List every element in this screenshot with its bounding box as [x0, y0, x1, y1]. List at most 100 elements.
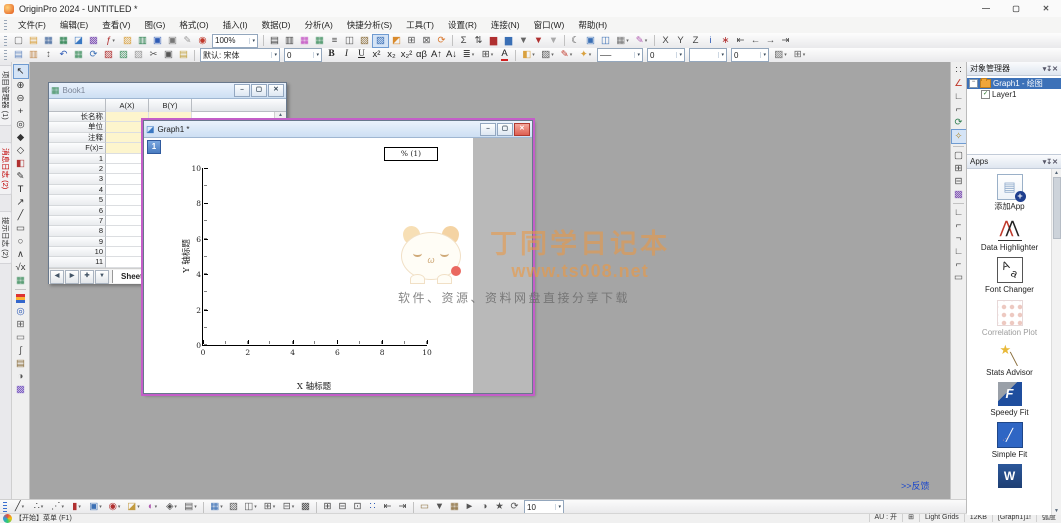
- print-icon[interactable]: ▤: [267, 35, 282, 47]
- menu-item[interactable]: 设置(R): [441, 17, 484, 33]
- minimize-window-icon[interactable]: —: [971, 0, 1001, 17]
- zoom-in-graph-icon[interactable]: ⊞: [320, 501, 335, 513]
- chevron-down-icon[interactable]: ▾: [718, 52, 724, 58]
- whole-page-view-icon[interactable]: ⊡: [350, 501, 365, 513]
- six-panel-icon[interactable]: ⊟: [952, 175, 966, 188]
- apps-scrollbar[interactable]: ▲ ▼: [1051, 169, 1061, 515]
- subscript-button[interactable]: x₂: [384, 49, 399, 61]
- object-manager-icon[interactable]: ▨: [372, 33, 389, 48]
- chevron-down-icon[interactable]: ▾: [634, 52, 640, 58]
- pattern-color-icon[interactable]: ▨: [538, 49, 557, 61]
- fill-pattern-combo[interactable]: ▾: [689, 48, 727, 62]
- align-right-icon[interactable]: ⇥: [395, 501, 410, 513]
- hatch-pattern-icon[interactable]: ▨: [771, 49, 790, 61]
- greek-button[interactable]: αβ: [414, 49, 429, 61]
- layout-grid-icon[interactable]: ⊞: [14, 318, 28, 331]
- layer-management-icon[interactable]: ▩: [298, 501, 313, 513]
- column-plot-icon[interactable]: ▮: [67, 501, 86, 513]
- superscript-button[interactable]: x²: [369, 49, 384, 61]
- print-preview-icon[interactable]: ▥: [282, 35, 297, 47]
- align-left-icon[interactable]: ⇤: [380, 501, 395, 513]
- tree-item-layer1[interactable]: Layer1: [967, 89, 1061, 100]
- text-tool-icon[interactable]: T: [14, 183, 28, 196]
- arrange-layers-icon[interactable]: ⊞: [260, 501, 279, 513]
- toggle-mask-icon[interactable]: ▧: [131, 49, 146, 61]
- axes-style-3-icon[interactable]: ¬: [952, 232, 966, 245]
- menu-item[interactable]: 文件(F): [11, 17, 53, 33]
- sheet-prev-icon[interactable]: ◀: [50, 269, 64, 284]
- toolbar-grip[interactable]: [4, 35, 7, 46]
- merge-graphs-icon[interactable]: ▦: [207, 501, 226, 513]
- save-project-icon[interactable]: ▣: [150, 35, 165, 47]
- append-project-icon[interactable]: ✎: [180, 35, 195, 47]
- zoom-level-combo[interactable]: 100% ▾: [212, 33, 258, 48]
- spotlight-icon[interactable]: ✦: [576, 49, 595, 61]
- import-excel-icon[interactable]: ▦: [312, 35, 327, 47]
- font-family-combo[interactable]: 默认: 宋体 ▾: [200, 48, 280, 62]
- set-as-none-icon[interactable]: ∗: [718, 35, 733, 47]
- graph-restore-icon[interactable]: ▢: [497, 122, 513, 136]
- row-header[interactable]: 2: [49, 163, 106, 175]
- circle-tool-icon[interactable]: ○: [14, 235, 28, 248]
- move-right-icon[interactable]: →: [763, 35, 778, 47]
- pointer-tool-icon[interactable]: ↖: [12, 64, 29, 79]
- rotate-object-icon[interactable]: ⟳: [507, 501, 522, 513]
- italic-button[interactable]: I: [339, 49, 354, 61]
- edit-filter-icon[interactable]: ▼: [531, 35, 546, 47]
- object-size-combo[interactable]: 10 ▾: [524, 500, 564, 514]
- zoom-out-tool-icon[interactable]: ⊖: [14, 92, 28, 105]
- row-header[interactable]: 长名称: [49, 112, 106, 123]
- origin-start-button[interactable]: [3, 513, 12, 523]
- insert-graph-icon[interactable]: ▦: [613, 35, 632, 47]
- graph1-window[interactable]: ◪ Graph1 * – ▢ ✕ 1 % (1) 0 2 4 6 8 10 10 8 6 4 2 0: [141, 118, 535, 396]
- new-function-icon[interactable]: ƒ: [101, 35, 120, 47]
- axes-style-5-icon[interactable]: ⌐: [952, 258, 966, 271]
- font-size-combo[interactable]: 0 ▾: [284, 48, 322, 62]
- row-header[interactable]: 4: [49, 184, 106, 196]
- data-reader-icon[interactable]: ◎: [14, 118, 28, 131]
- graph1-title-bar[interactable]: ◪ Graph1 * – ▢ ✕: [144, 121, 532, 138]
- plot-column-icon[interactable]: ▆: [486, 35, 501, 47]
- move-to-first-icon[interactable]: ⇤: [733, 35, 748, 47]
- column-header[interactable]: B(Y): [149, 99, 192, 113]
- add-object-icon[interactable]: ▭: [417, 501, 432, 513]
- plot-histogram-icon[interactable]: ▆: [501, 35, 516, 47]
- menu-item[interactable]: 数据(D): [255, 17, 298, 33]
- digitizer-icon[interactable]: ◉: [195, 35, 210, 47]
- scroll-down-icon[interactable]: ▼: [1052, 508, 1061, 514]
- book-restore-icon[interactable]: ▢: [251, 84, 267, 97]
- menu-item[interactable]: 快捷分析(S): [340, 17, 399, 33]
- axes-style-2-icon[interactable]: ⌐: [952, 219, 966, 232]
- data-filter-icon[interactable]: ▼: [516, 35, 531, 47]
- remove-filter-icon[interactable]: ▼: [546, 35, 561, 47]
- axes-tool-icon[interactable]: ⌐: [952, 103, 966, 116]
- move-left-icon[interactable]: ←: [748, 35, 763, 47]
- y-axis-title[interactable]: Y 轴标题: [180, 228, 192, 284]
- legend-box[interactable]: % (1): [384, 147, 438, 161]
- set-as-y-icon[interactable]: Y: [673, 35, 688, 47]
- decrease-font-button[interactable]: A↓: [444, 49, 459, 61]
- sheet-add-icon[interactable]: ✚: [80, 269, 94, 284]
- data-selector-icon[interactable]: ◆: [14, 131, 28, 144]
- contour-plot-icon[interactable]: ◐: [143, 501, 162, 513]
- chevron-down-icon[interactable]: ▾: [249, 37, 255, 44]
- object-edit-icon[interactable]: ▭: [14, 331, 28, 344]
- menu-item[interactable]: 帮助(H): [571, 17, 614, 33]
- command-window-icon[interactable]: ⊠: [419, 35, 434, 47]
- tile-windows-icon[interactable]: ▥: [26, 49, 41, 61]
- set-as-z-icon[interactable]: Z: [688, 35, 703, 47]
- numbering-button[interactable]: ⊞: [478, 49, 497, 61]
- import-file-icon[interactable]: ▦: [71, 49, 86, 61]
- menu-item[interactable]: 图(G): [138, 17, 173, 33]
- panel-close-icon[interactable]: ✕: [1052, 65, 1058, 73]
- dark-mode-icon[interactable]: ☾: [568, 35, 583, 47]
- open-excel-icon[interactable]: ▥: [135, 35, 150, 47]
- script-window-icon[interactable]: ⊞: [404, 35, 419, 47]
- chevron-down-icon[interactable]: ▾: [760, 52, 766, 58]
- chevron-down-icon[interactable]: ▾: [313, 52, 319, 58]
- plot-area[interactable]: 0 2 4 6 8 10 10 8 6 4 2 0: [191, 164, 431, 357]
- insert-equation-icon[interactable]: ∫: [14, 344, 28, 357]
- layer1-checkbox[interactable]: [981, 90, 990, 99]
- special-plot-icon[interactable]: ◉: [105, 501, 124, 513]
- app-word-export[interactable]: [970, 459, 1050, 490]
